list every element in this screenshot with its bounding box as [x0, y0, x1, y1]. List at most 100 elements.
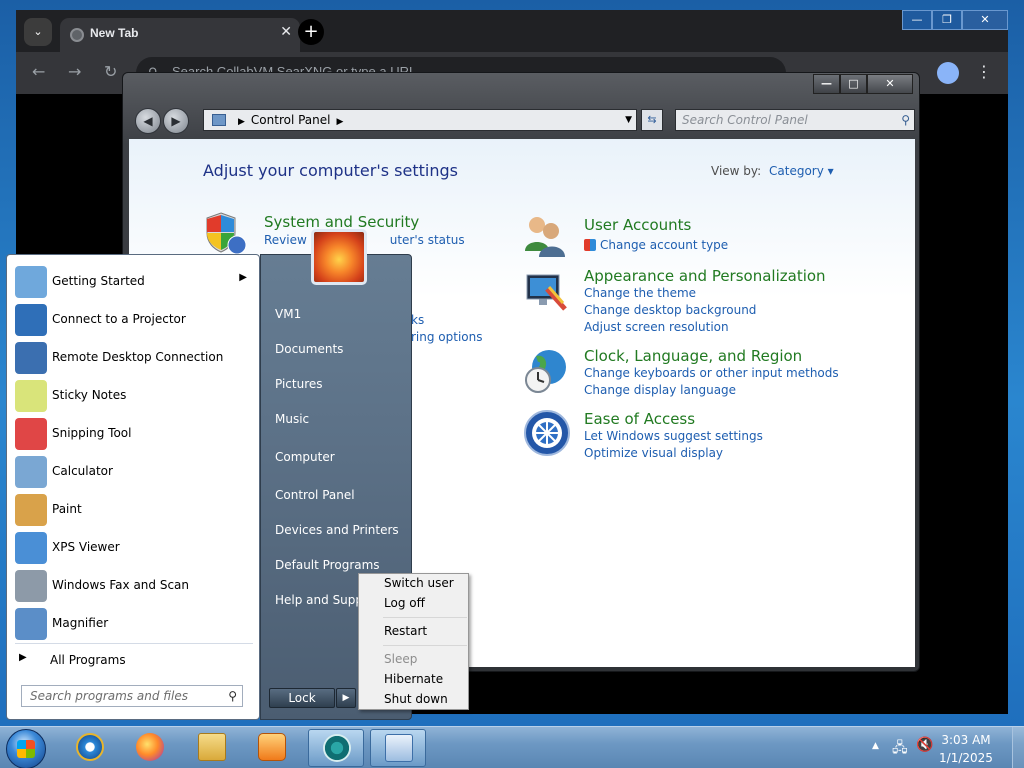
shut-down-item[interactable]: Shut down: [384, 692, 448, 706]
cp-back-button[interactable]: ◀: [135, 108, 161, 134]
start-menu-item[interactable]: Connect to a Projector: [11, 301, 257, 339]
network-icon[interactable]: 🖧: [892, 737, 908, 761]
start-menu-item[interactable]: Snipping Tool: [11, 415, 257, 453]
restart-item[interactable]: Restart: [384, 624, 427, 638]
cp-window-controls: — □ ✕: [813, 74, 913, 94]
cp-refresh-button[interactable]: ⇆: [641, 109, 663, 131]
power-options-arrow-button[interactable]: ▶: [336, 688, 356, 708]
start-menu-item-label: Windows Fax and Scan: [52, 578, 190, 592]
cp-minimize-button[interactable]: —: [813, 74, 840, 94]
breadcrumb-arrow-icon[interactable]: ▶: [337, 117, 344, 127]
start-menu-item[interactable]: Remote Desktop Connection: [11, 339, 257, 377]
start-menu-place[interactable]: Music: [275, 412, 309, 426]
taskbar-control-panel[interactable]: [370, 729, 426, 767]
all-programs-button[interactable]: ▶ All Programs: [15, 649, 253, 671]
start-menu-place[interactable]: Control Panel: [275, 488, 355, 502]
profile-avatar-icon[interactable]: [937, 62, 959, 84]
remote-desktop-icon: [15, 342, 47, 374]
breadcrumb-arrow-icon: ▶: [238, 117, 245, 127]
start-menu-item[interactable]: Windows Fax and Scan: [11, 567, 257, 605]
cp-close-button[interactable]: ✕: [867, 74, 913, 94]
search-icon[interactable]: ⚲: [228, 686, 237, 706]
tab-close-button[interactable]: ✕: [280, 24, 292, 40]
optimize-display-link[interactable]: Optimize visual display: [584, 446, 723, 460]
chrome-menu-icon[interactable]: ⋮: [976, 62, 992, 81]
change-background-link[interactable]: Change desktop background: [584, 303, 756, 317]
calculator-icon: [15, 456, 47, 488]
cp-nav-row: ◀ ▶ ▶ Control Panel ▶ ▼ ⇆ Search Control P…: [131, 107, 915, 135]
taskbar-media-player[interactable]: [244, 729, 300, 767]
tab-new-tab[interactable]: New Tab ✕: [60, 18, 300, 52]
shield-icon: [203, 211, 247, 255]
start-menu-place[interactable]: VM1: [275, 307, 301, 321]
change-theme-link[interactable]: Change the theme: [584, 286, 696, 300]
taskbar-explorer[interactable]: [184, 729, 240, 767]
reload-icon[interactable]: ↻: [104, 62, 117, 81]
new-tab-button[interactable]: +: [298, 19, 324, 45]
address-dropdown-icon[interactable]: ▼: [625, 110, 632, 130]
start-menu-item-label: Paint: [52, 502, 82, 516]
clock-date[interactable]: 1/1/2025: [926, 751, 1006, 765]
clock-region-link[interactable]: Clock, Language, and Region: [584, 347, 802, 365]
tab-title: New Tab: [90, 26, 139, 40]
back-icon[interactable]: ←: [32, 62, 45, 81]
forward-icon[interactable]: →: [68, 62, 81, 81]
taskbar-chromium[interactable]: [308, 729, 364, 767]
start-menu-item[interactable]: Paint: [11, 491, 257, 529]
close-button[interactable]: ✕: [962, 10, 1008, 30]
maximize-button[interactable]: ❐: [932, 10, 962, 30]
ease-of-access-icon: [523, 409, 570, 456]
hidden-link-fragment[interactable]: ring options: [411, 330, 483, 344]
monitor-icon: [523, 269, 567, 311]
chrome-window-controls: — ❐ ✕: [902, 10, 1008, 30]
start-menu-programs-pane: Getting Started ▶ Connect to a Projector Re…: [6, 254, 260, 720]
start-menu-item[interactable]: Magnifier: [11, 605, 257, 643]
start-menu-place[interactable]: Devices and Printers: [275, 523, 399, 537]
start-button[interactable]: [6, 729, 46, 768]
search-icon[interactable]: ⚲: [901, 110, 910, 130]
start-menu-place[interactable]: Default Programs: [275, 558, 380, 572]
adjust-resolution-link[interactable]: Adjust screen resolution: [584, 320, 729, 334]
cp-forward-button[interactable]: ▶: [163, 108, 189, 134]
view-by-dropdown[interactable]: Category ▾: [769, 164, 834, 178]
start-menu-item[interactable]: Calculator: [11, 453, 257, 491]
start-menu-item[interactable]: XPS Viewer: [11, 529, 257, 567]
hibernate-item[interactable]: Hibernate: [384, 672, 443, 686]
appearance-link[interactable]: Appearance and Personalization: [584, 267, 826, 285]
breadcrumb-control-panel[interactable]: Control Panel: [251, 113, 331, 127]
tab-strip: ⌄ New Tab ✕ + — ❐ ✕: [16, 10, 1008, 52]
cp-address-bar[interactable]: ▶ Control Panel ▶ ▼: [203, 109, 637, 131]
globe-icon: [70, 28, 84, 42]
minimize-button[interactable]: —: [902, 10, 932, 30]
taskbar-firefox[interactable]: [122, 729, 178, 767]
sticky-notes-icon: [15, 380, 47, 412]
start-menu-place[interactable]: Computer: [275, 450, 335, 464]
show-desktop-button[interactable]: [1012, 727, 1024, 768]
start-menu-item[interactable]: Sticky Notes: [11, 377, 257, 415]
start-search-input[interactable]: Search programs and files ⚲: [21, 685, 243, 707]
suggest-settings-link[interactable]: Let Windows suggest settings: [584, 429, 763, 443]
start-menu-item[interactable]: Getting Started ▶: [11, 263, 257, 301]
switch-user-item[interactable]: Switch user: [384, 576, 454, 590]
cp-search-placeholder: Search Control Panel: [682, 113, 808, 127]
clock-time[interactable]: 3:03 AM: [926, 733, 1006, 747]
start-menu-place[interactable]: Documents: [275, 342, 343, 356]
show-hidden-icons-icon[interactable]: ▲: [872, 741, 879, 751]
log-off-item[interactable]: Log off: [384, 596, 425, 610]
taskbar-ie[interactable]: [62, 729, 118, 767]
change-language-link[interactable]: Change display language: [584, 383, 736, 397]
start-menu-place[interactable]: Pictures: [275, 377, 323, 391]
internet-explorer-icon: [76, 733, 104, 761]
ease-of-access-link[interactable]: Ease of Access: [584, 410, 695, 428]
user-picture-flower[interactable]: [311, 229, 367, 285]
change-account-type-link[interactable]: Change account type: [584, 238, 728, 252]
tab-search-button[interactable]: ⌄: [24, 18, 52, 46]
lock-button[interactable]: Lock: [269, 688, 335, 708]
cp-maximize-button[interactable]: □: [840, 74, 867, 94]
xps-viewer-icon: [15, 532, 47, 564]
user-accounts-link[interactable]: User Accounts: [584, 216, 691, 234]
cp-search-input[interactable]: Search Control Panel ⚲: [675, 109, 915, 131]
chromium-icon: [323, 734, 351, 762]
change-keyboards-link[interactable]: Change keyboards or other input methods: [584, 366, 839, 380]
hidden-link-fragment[interactable]: ks: [411, 313, 424, 327]
